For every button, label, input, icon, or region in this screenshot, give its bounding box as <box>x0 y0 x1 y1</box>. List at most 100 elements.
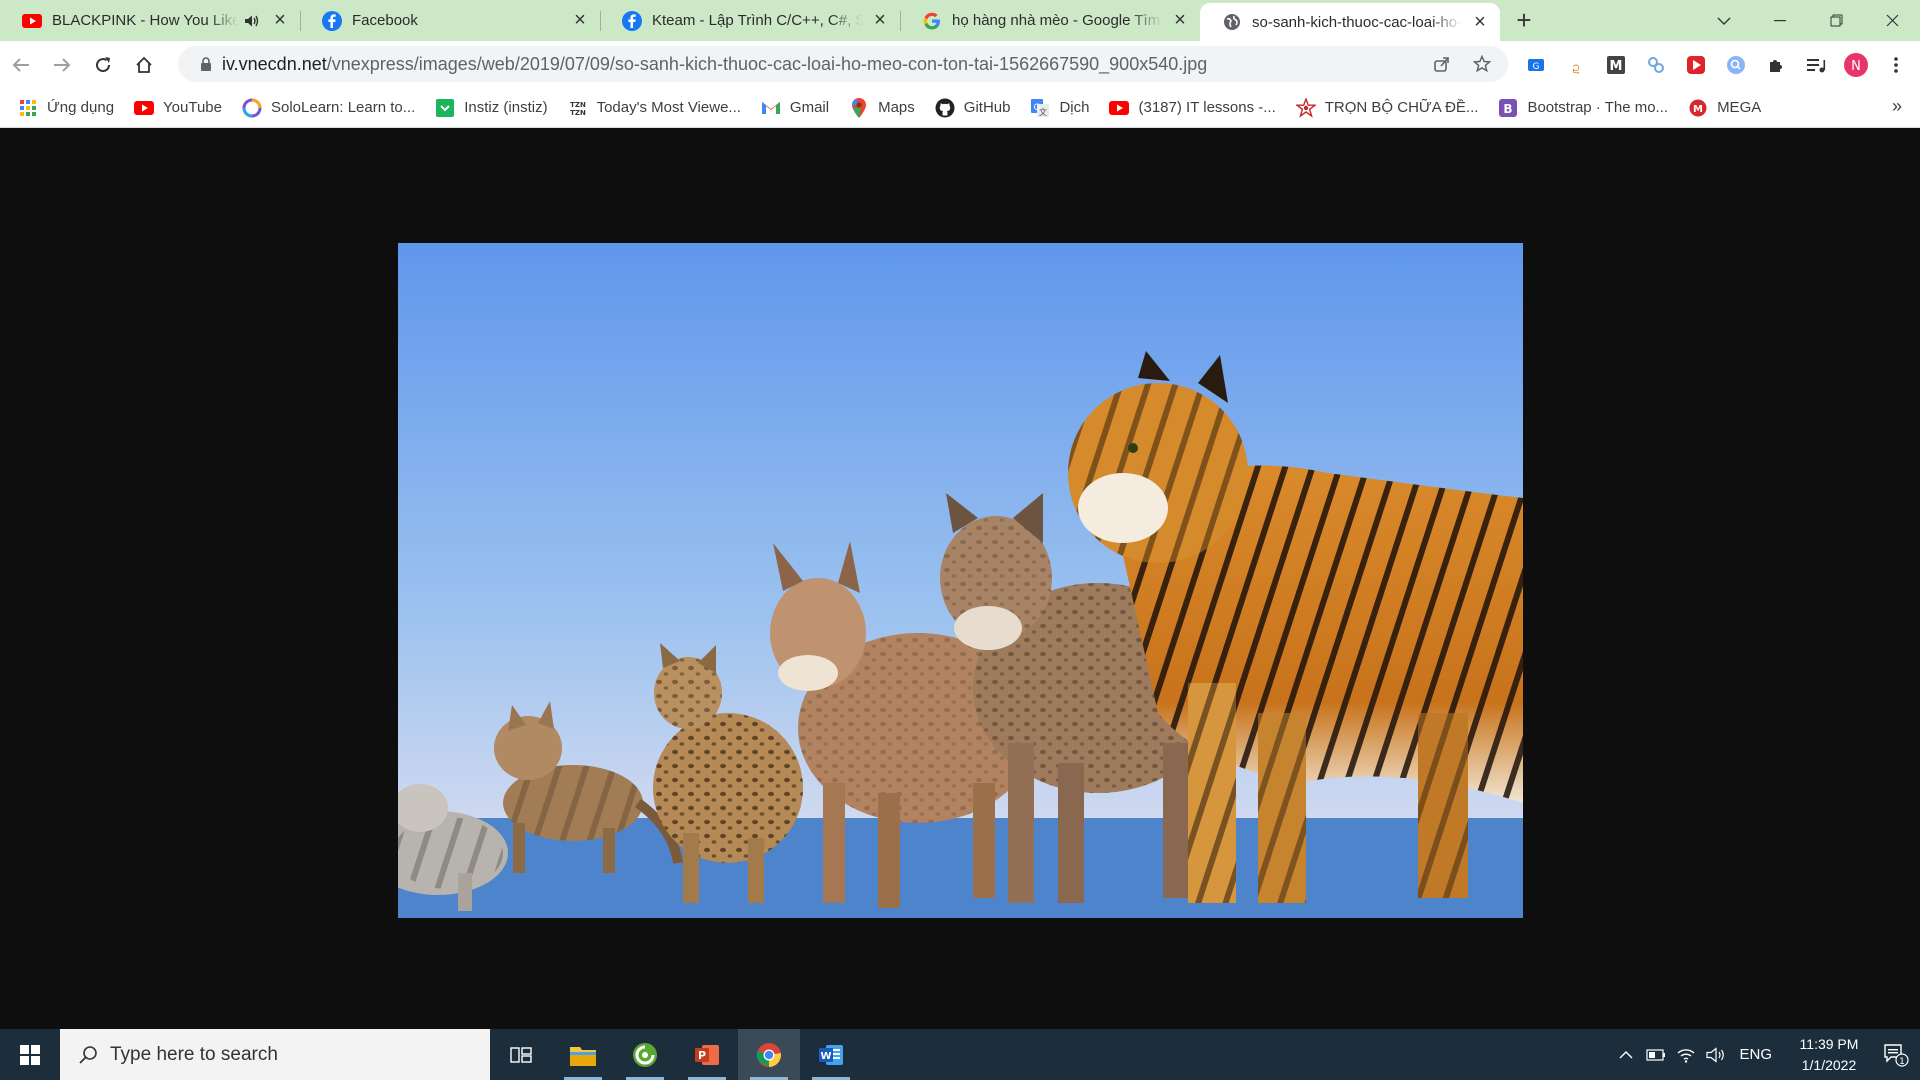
minimize-icon[interactable] <box>1752 0 1808 41</box>
search-placeholder: Type here to search <box>110 1043 278 1065</box>
ext-leaf-icon[interactable]: ဍ <box>1556 45 1596 85</box>
ext-translate-icon[interactable]: G <box>1516 45 1556 85</box>
back-arrow-icon <box>12 57 29 72</box>
lock-icon[interactable] <box>190 57 222 71</box>
ext-search-icon[interactable] <box>1716 45 1756 85</box>
bookmark-tzn[interactable]: TZN TZN Today's Most Viewe... <box>568 93 751 123</box>
powerpoint-icon[interactable]: P <box>676 1029 738 1080</box>
clock[interactable]: 11:39 PM 1/1/2022 <box>1786 1034 1872 1076</box>
bookmark-maps[interactable]: Maps <box>849 93 925 123</box>
browser-toolbar: iv.vnecdn.net/vnexpress/images/web/2019/… <box>0 41 1920 88</box>
profile-initial: N <box>1851 59 1861 74</box>
word-icon[interactable]: W <box>800 1029 862 1080</box>
chrome-icon[interactable] <box>738 1029 800 1080</box>
bookmark-star-icon[interactable] <box>1466 48 1498 80</box>
ext-m-icon[interactable]: M <box>1596 45 1636 85</box>
cat-family-size-comparison-image[interactable] <box>398 243 1523 918</box>
clock-time: 11:39 PM <box>1799 1035 1859 1052</box>
tab-search-icon[interactable] <box>1696 0 1752 41</box>
tab-youtube[interactable]: BLACKPINK - How You Like That × <box>0 0 300 41</box>
bookmark-label: TRỌN BỘ CHỮA ĐỀ... <box>1324 99 1479 116</box>
start-button[interactable] <box>0 1029 60 1080</box>
chevron-up-icon[interactable] <box>1611 1029 1641 1080</box>
bookmark-bootstrap[interactable]: B Bootstrap · The mo... <box>1498 93 1678 123</box>
extensions-puzzle-icon[interactable] <box>1756 45 1796 85</box>
bookmark-mega[interactable]: M MEGA <box>1688 93 1771 123</box>
share-icon[interactable] <box>1426 48 1458 80</box>
extensions-area: G ဍ M N <box>1516 41 1916 88</box>
taskbar-search-box[interactable]: Type here to search <box>60 1029 490 1080</box>
svg-text:TZN: TZN <box>570 109 586 117</box>
tab-google-search[interactable]: họ hàng nhà mèo - Google Tìm kiếm × <box>900 0 1200 41</box>
speaker-icon[interactable] <box>244 14 262 28</box>
close-window-icon[interactable] <box>1864 0 1920 41</box>
instiz-icon <box>435 98 455 118</box>
notification-icon: 1 <box>1884 1043 1909 1067</box>
home-button[interactable] <box>124 45 164 85</box>
svg-text:G: G <box>1533 62 1540 72</box>
new-tab-button[interactable]: + <box>1504 0 1544 41</box>
bookmarks-overflow-icon[interactable]: » <box>1892 96 1902 117</box>
window-controls <box>1696 0 1920 41</box>
close-tab-icon[interactable]: × <box>1170 9 1190 31</box>
youtube-icon <box>1109 98 1130 118</box>
ext-video-icon[interactable] <box>1676 45 1716 85</box>
windows-logo-icon <box>20 1044 40 1065</box>
youtube-icon <box>22 11 42 31</box>
bookmark-it-lessons[interactable]: (3187) IT lessons -... <box>1109 93 1285 123</box>
kebab-menu-icon[interactable] <box>1876 45 1916 85</box>
bookmark-label: YouTube <box>163 99 222 116</box>
battery-icon[interactable] <box>1641 1029 1671 1080</box>
tab-image-active[interactable]: so-sanh-kich-thuoc-cac-loai-ho-meo × <box>1200 3 1500 41</box>
bookmark-translate[interactable]: G文 Dịch <box>1030 93 1099 123</box>
clock-date: 1/1/2022 <box>1801 1056 1857 1073</box>
close-tab-icon[interactable]: × <box>870 9 890 31</box>
url-text[interactable]: iv.vnecdn.net/vnexpress/images/web/2019/… <box>222 54 1207 75</box>
restore-icon[interactable] <box>1808 0 1864 41</box>
google-icon <box>922 11 942 31</box>
bookmark-label: SoloLearn: Learn to... <box>270 99 416 116</box>
bookmark-label: Instiz (instiz) <box>464 99 548 116</box>
search-icon <box>79 1045 97 1064</box>
forward-button[interactable] <box>42 45 82 85</box>
input-language[interactable]: ENG <box>1739 1046 1772 1063</box>
volume-icon[interactable] <box>1701 1029 1731 1080</box>
facebook-icon <box>622 10 642 31</box>
close-tab-icon[interactable]: × <box>1470 11 1490 33</box>
tab-kteam[interactable]: Kteam - Lập Trình C/C++, C#, SQL × <box>600 0 900 41</box>
address-bar[interactable]: iv.vnecdn.net/vnexpress/images/web/2019/… <box>178 46 1508 82</box>
tzn-icon: TZN TZN <box>568 98 588 118</box>
profile-avatar[interactable]: N <box>1836 45 1876 85</box>
tab-title: họ hàng nhà mèo - Google Tìm kiếm <box>952 12 1162 29</box>
media-control-icon[interactable] <box>1796 45 1836 85</box>
close-tab-icon[interactable]: × <box>270 9 290 31</box>
tab-title: Kteam - Lập Trình C/C++, C#, SQL <box>652 12 862 29</box>
bookmark-youtube[interactable]: YouTube <box>134 93 232 123</box>
svg-text:M: M <box>1610 59 1623 74</box>
tab-title: so-sanh-kich-thuoc-cac-loai-ho-meo <box>1252 13 1462 31</box>
bookmark-tron-bo[interactable]: TRỌN BỘ CHỮA ĐỀ... <box>1295 93 1489 123</box>
gmail-icon <box>761 98 781 118</box>
action-center-button[interactable]: 1 <box>1872 1043 1920 1067</box>
bookmark-apps[interactable]: Ứng dụng <box>18 93 124 123</box>
reload-button[interactable] <box>83 45 123 85</box>
bookmark-label: Ứng dụng <box>47 99 115 116</box>
camtasia-icon[interactable] <box>614 1029 676 1080</box>
ext-link-icon[interactable] <box>1636 45 1676 85</box>
tab-facebook[interactable]: Facebook × <box>300 0 600 41</box>
bookmark-label: Today's Most Viewe... <box>596 99 741 116</box>
bookmark-gmail[interactable]: Gmail <box>761 93 839 123</box>
bookmark-instiz[interactable]: Instiz (instiz) <box>435 93 557 123</box>
bookmark-github[interactable]: GitHub <box>935 93 1021 123</box>
back-button[interactable] <box>1 45 41 85</box>
file-explorer-icon[interactable] <box>552 1029 614 1080</box>
image-viewer <box>0 129 1920 1029</box>
bookmark-sololearn[interactable]: SoloLearn: Learn to... <box>242 93 425 123</box>
apps-grid-icon <box>18 98 38 118</box>
system-tray: ENG 11:39 PM 1/1/2022 1 <box>1611 1029 1920 1080</box>
task-view-icon[interactable] <box>490 1029 552 1080</box>
wifi-icon[interactable] <box>1671 1029 1701 1080</box>
close-tab-icon[interactable]: × <box>570 9 590 31</box>
svg-text:ဍ: ဍ <box>1572 59 1581 74</box>
sololearn-icon <box>242 98 262 118</box>
